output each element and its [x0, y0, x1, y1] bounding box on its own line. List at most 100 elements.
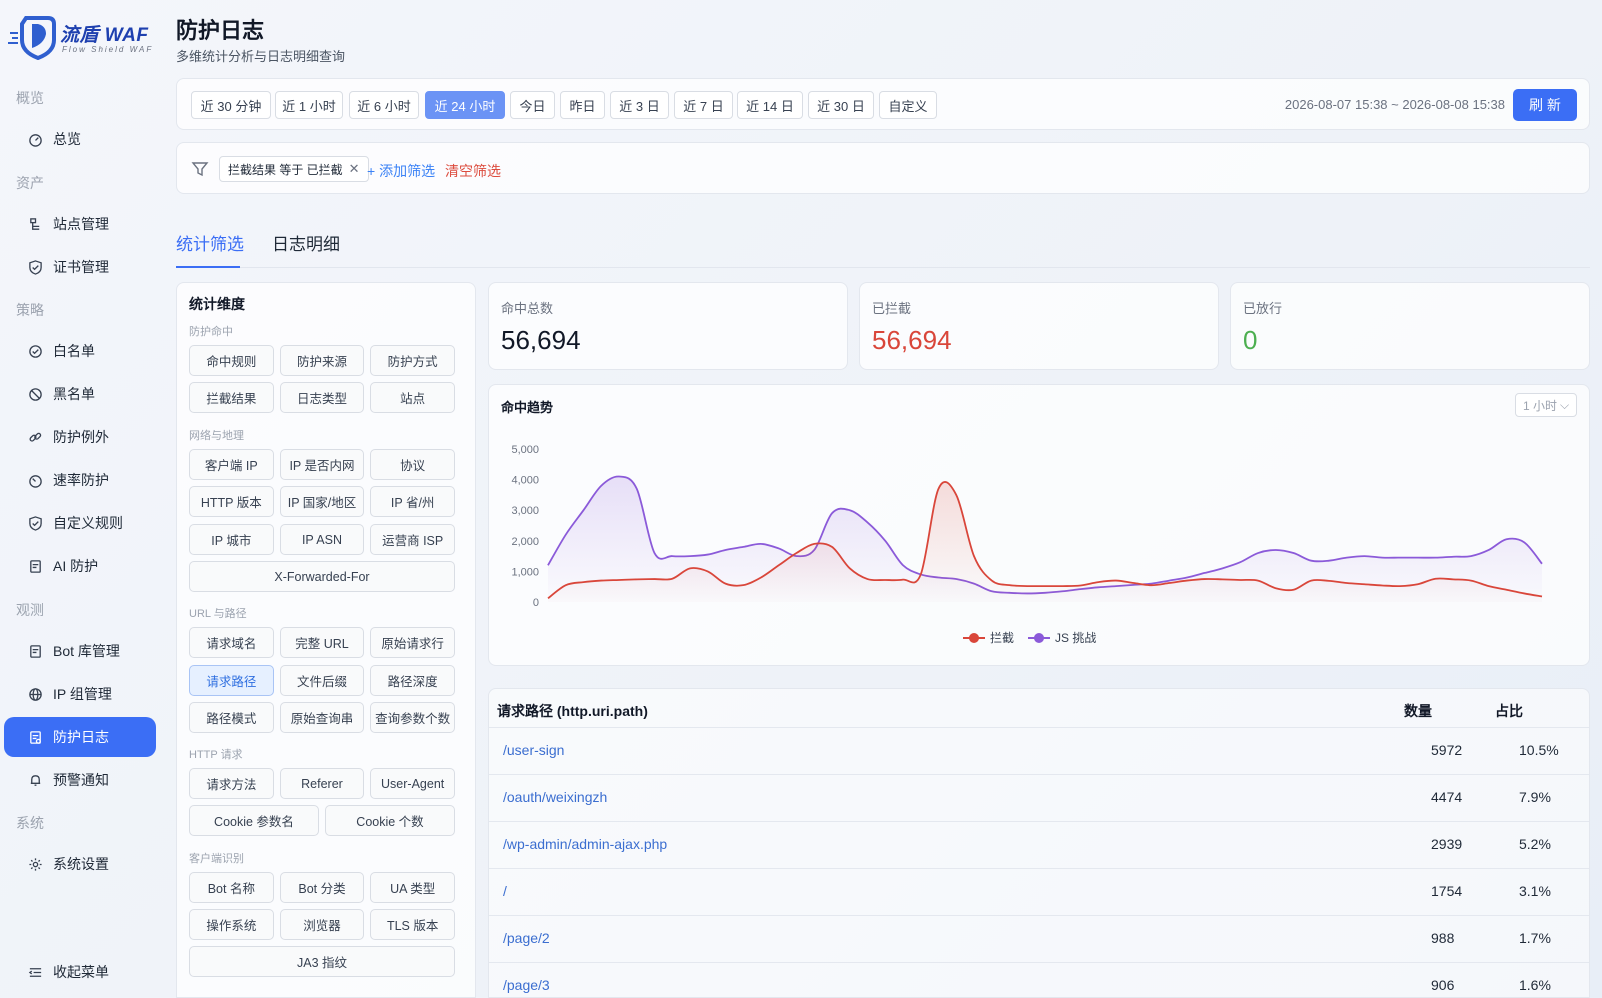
- dimension-option[interactable]: IP 是否内网: [279, 449, 365, 480]
- dimension-option[interactable]: 查询参数个数: [370, 702, 455, 733]
- dimension-option[interactable]: 原始请求行: [370, 627, 455, 658]
- dimension-option[interactable]: 请求方法: [189, 768, 274, 799]
- stat-label: 已放行: [1243, 301, 1283, 316]
- sidebar: 流盾 WAF Flow Shield WAF 概览 总览 资产 站点管理 证书管…: [0, 0, 160, 998]
- sidebar-item-settings[interactable]: 系统设置: [4, 844, 156, 884]
- brand-name: 流盾 WAF: [60, 25, 149, 46]
- dimension-option[interactable]: TLS 版本: [370, 909, 455, 940]
- legend-item[interactable]: 拦截: [963, 631, 1014, 645]
- y-tick-label: 3,000: [511, 505, 539, 517]
- dimension-option[interactable]: User-Agent: [370, 768, 455, 799]
- ratio-cell: 5.2%: [1519, 836, 1551, 852]
- brand-logo: 流盾 WAF Flow Shield WAF: [8, 14, 158, 60]
- time-option-1h[interactable]: 近 1 小时: [275, 91, 343, 119]
- sidebar-item-label: 证书管理: [53, 259, 109, 275]
- sidebar-item-rate-limit[interactable]: 速率防护: [4, 460, 156, 500]
- dimension-option[interactable]: 操作系统: [189, 909, 274, 940]
- nav-group-assets: 资产: [16, 175, 44, 191]
- count-cell: 2939: [1431, 836, 1463, 852]
- dimension-option[interactable]: JA3 指纹: [189, 946, 455, 977]
- dimension-option[interactable]: Cookie 个数: [325, 805, 455, 836]
- time-option-today[interactable]: 今日: [510, 91, 555, 119]
- dimension-option[interactable]: 文件后缀: [279, 665, 365, 696]
- legend-item[interactable]: JS 挑战: [1028, 631, 1096, 645]
- dimension-option[interactable]: 防护方式: [370, 345, 455, 376]
- tab-statistics[interactable]: 统计筛选: [176, 230, 244, 255]
- dimension-option[interactable]: 站点: [370, 382, 455, 413]
- time-option-yesterday[interactable]: 昨日: [560, 91, 605, 119]
- time-option-30m[interactable]: 近 30 分钟: [191, 91, 271, 119]
- dimension-option[interactable]: HTTP 版本: [189, 486, 274, 517]
- dimension-option[interactable]: IP ASN: [279, 524, 365, 555]
- interval-select[interactable]: 1 小时 ⌵: [1515, 393, 1577, 417]
- dimension-option[interactable]: 浏览器: [279, 909, 365, 940]
- path-link[interactable]: /wp-admin/admin-ajax.php: [503, 836, 667, 852]
- table-row: /wp-admin/admin-ajax.php 2939 5.2%: [489, 821, 1589, 868]
- path-link[interactable]: /oauth/weixingzh: [503, 789, 607, 805]
- sidebar-item-overview[interactable]: 总览: [4, 119, 156, 159]
- dimension-option[interactable]: 请求路径: [189, 665, 274, 696]
- dimension-option[interactable]: IP 省/州: [370, 486, 455, 517]
- dimension-option[interactable]: 协议: [370, 449, 455, 480]
- path-link[interactable]: /page/3: [503, 977, 550, 993]
- close-icon[interactable]: ✕: [349, 161, 360, 177]
- time-option-7d[interactable]: 近 7 日: [674, 91, 733, 119]
- clear-filter-link[interactable]: 清空筛选: [445, 161, 501, 181]
- sidebar-item-whitelist[interactable]: 白名单: [4, 331, 156, 371]
- sidebar-item-protection-logs[interactable]: 防护日志: [4, 717, 156, 757]
- time-range-bar: 近 30 分钟 近 1 小时 近 6 小时 近 24 小时 今日 昨日 近 3 …: [176, 78, 1590, 130]
- dimension-option[interactable]: 日志类型: [279, 382, 365, 413]
- time-option-6h[interactable]: 近 6 小时: [349, 91, 419, 119]
- path-link[interactable]: /user-sign: [503, 742, 564, 758]
- dimension-option[interactable]: 原始查询串: [279, 702, 365, 733]
- sidebar-item-bot-library[interactable]: Bot 库管理: [4, 631, 156, 671]
- time-option-14d[interactable]: 近 14 日: [737, 91, 803, 119]
- path-link[interactable]: /page/2: [503, 930, 550, 946]
- gear-icon: [26, 855, 44, 873]
- dimension-option[interactable]: 完整 URL: [279, 627, 365, 658]
- collapse-menu-button[interactable]: 收起菜单: [4, 952, 156, 992]
- page-subtitle: 多维统计分析与日志明细查询: [176, 49, 346, 64]
- sidebar-item-custom-rules[interactable]: 自定义规则: [4, 503, 156, 543]
- count-cell: 5972: [1431, 742, 1463, 758]
- dimension-option[interactable]: X-Forwarded-For: [189, 561, 455, 592]
- filter-chip[interactable]: 拦截结果 等于 已拦截 ✕: [219, 156, 369, 182]
- dimension-option[interactable]: 拦截结果: [189, 382, 274, 413]
- menu-collapse-icon: [26, 963, 44, 981]
- dimension-option[interactable]: 运营商 ISP: [370, 524, 455, 555]
- dimension-option[interactable]: Bot 分类: [279, 872, 365, 903]
- dimension-option[interactable]: IP 城市: [189, 524, 274, 555]
- legend-marker: [969, 633, 979, 643]
- dimension-option[interactable]: 路径深度: [370, 665, 455, 696]
- time-option-30d[interactable]: 近 30 日: [808, 91, 874, 119]
- dimension-option[interactable]: Bot 名称: [189, 872, 274, 903]
- shield-logo-icon: [8, 16, 56, 60]
- sidebar-item-ai-protection[interactable]: AI 防护: [4, 546, 156, 586]
- dimension-option[interactable]: 请求域名: [189, 627, 274, 658]
- refresh-button[interactable]: 刷 新: [1513, 89, 1577, 121]
- dimension-option[interactable]: Referer: [279, 768, 365, 799]
- tab-log-details[interactable]: 日志明细: [272, 230, 340, 255]
- ratio-cell: 3.1%: [1519, 883, 1551, 899]
- stat-card-total: 命中总数 56,694: [488, 282, 848, 370]
- time-option-custom[interactable]: 自定义: [879, 91, 937, 119]
- dimension-option[interactable]: UA 类型: [370, 872, 455, 903]
- dimension-option[interactable]: IP 国家/地区: [279, 486, 365, 517]
- sidebar-item-blacklist[interactable]: 黑名单: [4, 374, 156, 414]
- time-option-3d[interactable]: 近 3 日: [610, 91, 669, 119]
- dimension-option[interactable]: Cookie 参数名: [189, 805, 319, 836]
- dimension-option[interactable]: 路径模式: [189, 702, 274, 733]
- dimension-option[interactable]: 命中规则: [189, 345, 274, 376]
- sidebar-item-certs[interactable]: 证书管理: [4, 247, 156, 287]
- add-filter-link[interactable]: + 添加筛选: [367, 161, 435, 181]
- dimension-option[interactable]: 防护来源: [279, 345, 365, 376]
- sidebar-item-exceptions[interactable]: 防护例外: [4, 417, 156, 457]
- sidebar-item-ip-groups[interactable]: IP 组管理: [4, 674, 156, 714]
- path-link[interactable]: /: [503, 883, 507, 899]
- dimension-option[interactable]: 客户端 IP: [189, 449, 274, 480]
- sidebar-item-sites[interactable]: 站点管理: [4, 204, 156, 244]
- log-icon: [26, 728, 44, 746]
- sidebar-item-alerts[interactable]: 预警通知: [4, 760, 156, 800]
- time-option-24h[interactable]: 近 24 小时: [425, 91, 505, 119]
- filter-chip-label: 拦截结果 等于 已拦截: [228, 162, 343, 177]
